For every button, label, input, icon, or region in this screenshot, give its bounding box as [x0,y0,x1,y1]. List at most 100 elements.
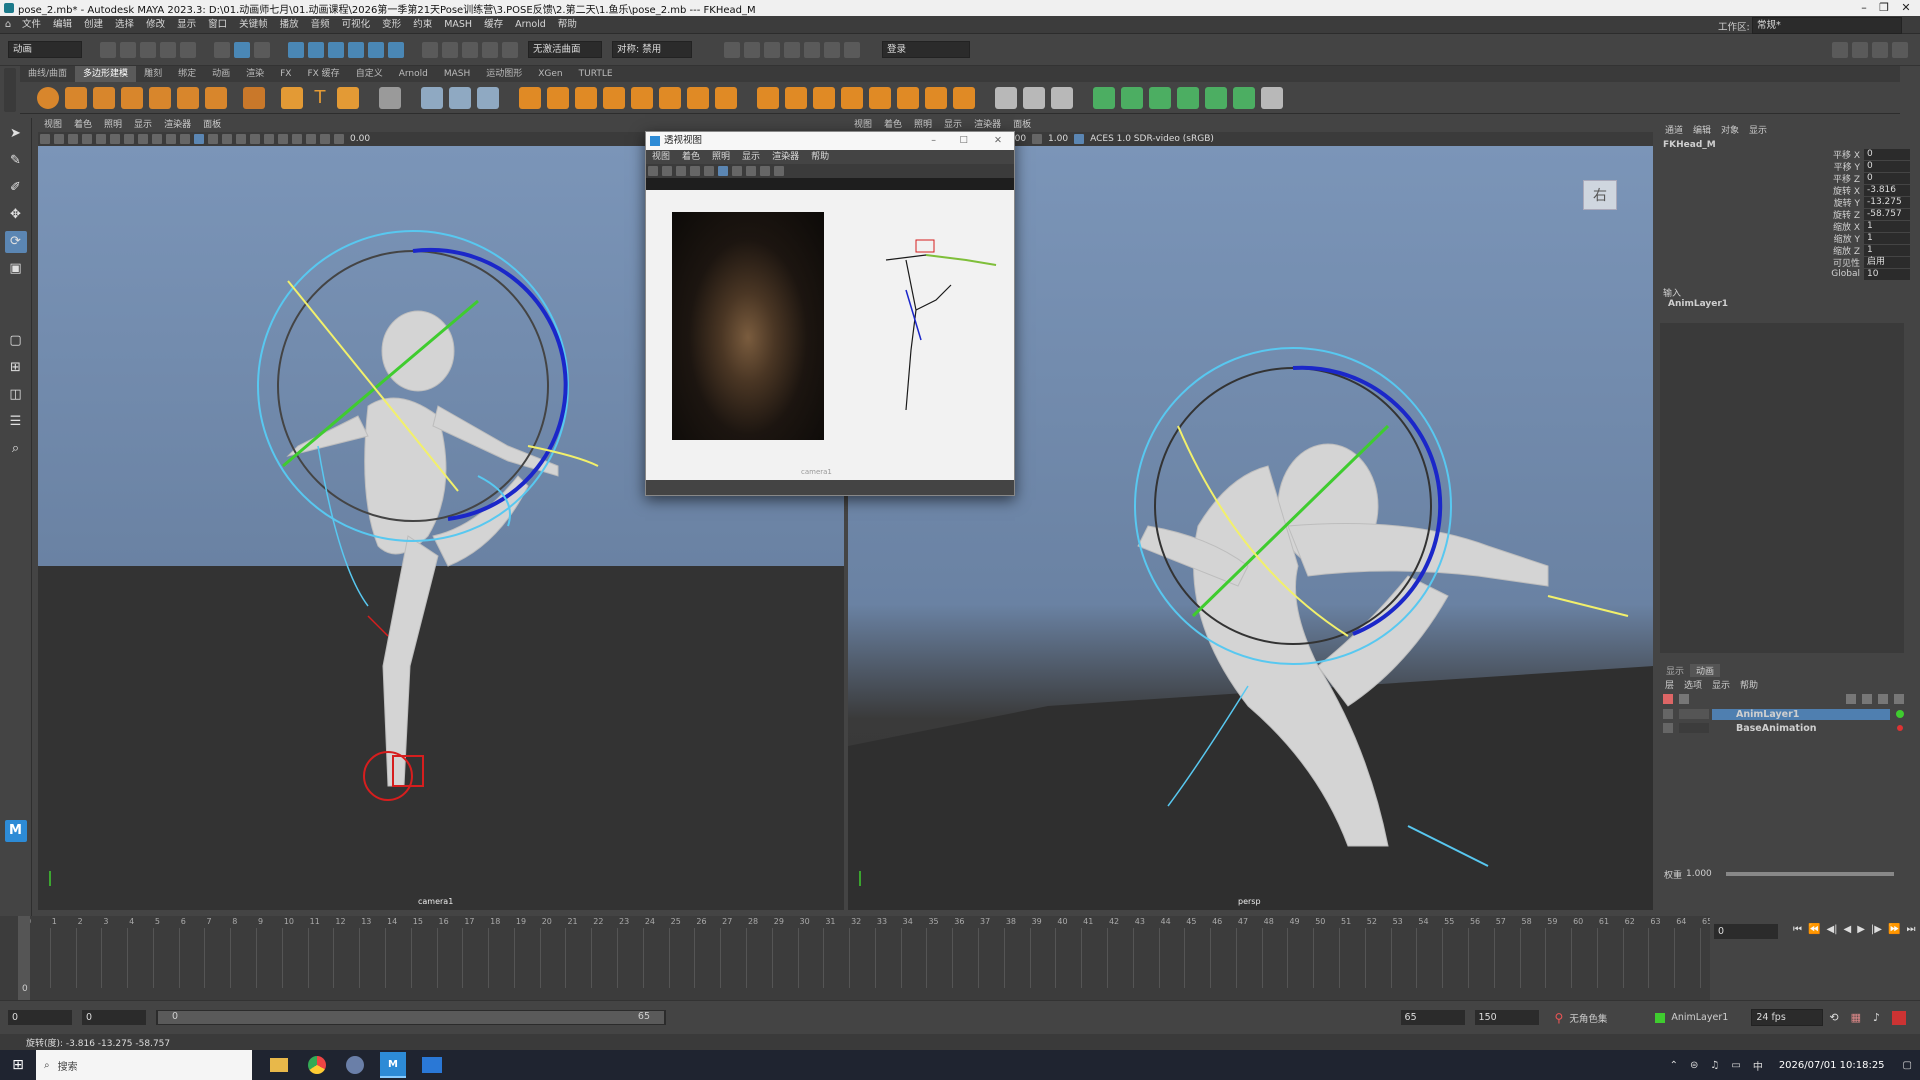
menu-help[interactable]: 帮助 [552,16,583,34]
attr-value[interactable]: 1 [1864,220,1910,232]
login-dropdown[interactable]: 登录 [882,41,970,58]
mirror-icon[interactable] [547,86,569,109]
attr-value[interactable]: 0 [1864,172,1910,184]
quad-draw-icon[interactable] [841,86,863,109]
go-to-end-icon[interactable]: ⏭ [1906,924,1915,935]
textured-icon[interactable] [222,134,232,144]
super-shape-icon[interactable] [243,86,265,109]
smooth-shade-icon[interactable] [194,134,204,144]
select-mask-icon[interactable] [288,41,304,58]
paint-select-icon[interactable]: ✐ [5,177,27,199]
layer-move-down-icon[interactable] [1862,694,1872,704]
tray-volume-icon[interactable]: ♫ [1710,1060,1719,1071]
sweep-mesh-icon[interactable] [281,86,303,109]
select-object-icon[interactable] [234,41,250,58]
vp-menu-show[interactable]: 显示 [128,118,158,132]
attr-value[interactable]: 0 [1864,160,1910,172]
vp-menu-view[interactable]: 视图 [38,118,68,132]
step-forward-frame-icon[interactable]: |▶ [1871,924,1882,935]
file-explorer-icon[interactable] [270,1058,288,1072]
poly-torus-icon[interactable] [149,86,171,109]
tray-network-icon[interactable]: ⊜ [1690,1060,1698,1071]
toggle-channel-box-icon[interactable] [1892,41,1908,58]
shelf-settings-icon[interactable] [4,68,16,112]
attr-visibility[interactable]: 可见性 启用 [1800,256,1910,269]
float-minimize-button[interactable]: – [931,132,936,150]
attr-value[interactable]: 1 [1864,232,1910,244]
render-frame-icon[interactable] [724,41,740,58]
scale-tool-icon[interactable]: ▣ [5,258,27,280]
menu-create[interactable]: 创建 [78,16,109,34]
go-to-start-icon[interactable]: ⏮ [1793,924,1802,935]
menu-windows[interactable]: 窗口 [202,16,233,34]
shadows-icon[interactable] [250,134,260,144]
rotate-tool-icon[interactable]: ⟳ [4,231,27,253]
weight-value[interactable]: 1.000 [1686,869,1726,879]
channel-menu-channels[interactable]: 通道 [1660,123,1688,136]
float-gate-icon[interactable] [690,166,700,176]
lasso-tool-icon[interactable]: ✎ [5,150,27,172]
current-frame-field[interactable]: 0 [1714,924,1778,939]
layer-name[interactable]: AnimLayer1 [1712,708,1890,720]
render-settings-icon[interactable] [764,41,780,58]
camera-attr-icon[interactable] [54,134,64,144]
snap-view-icon[interactable] [482,41,498,58]
select-hierarchy-icon[interactable] [214,41,230,58]
bridge-icon[interactable] [603,86,625,109]
vp-right-menu-panels[interactable]: 面板 [1007,118,1037,132]
menu-cache[interactable]: 缓存 [478,16,509,34]
fps-dropdown[interactable]: 24 fps [1751,1009,1824,1026]
shelf-tab-rigging[interactable]: 绑定 [170,66,204,82]
tray-display-icon[interactable]: ▭ [1731,1060,1740,1071]
float-shade-icon[interactable] [718,166,728,176]
layer-zero-key-icon[interactable] [1663,694,1673,704]
float-grid-icon[interactable] [676,166,686,176]
toggle-tool-settings-icon[interactable] [1872,41,1888,58]
gate-mask-icon[interactable] [138,134,148,144]
attr-scale-x[interactable]: 缩放 X1 [1800,220,1910,233]
taskbar-search-box[interactable]: ⌕ 搜索 [36,1050,252,1080]
single-perspective-icon[interactable]: ▢ [5,330,27,352]
boolean-icon[interactable] [519,86,541,109]
grid-toggle-icon[interactable] [96,134,106,144]
play-back-icon[interactable]: ◀ [1844,924,1852,935]
live-surface-field[interactable]: 无激活曲面 [528,41,602,58]
attr-scale-y[interactable]: 缩放 Y1 [1800,232,1910,245]
float-lights-icon[interactable] [746,166,756,176]
vp-right-gamma[interactable]: 1.00 [1048,134,1068,144]
menu-modify[interactable]: 修改 [140,16,171,34]
mel-icon[interactable]: M [4,820,27,842]
audio-icon[interactable]: ♪ [1873,1011,1880,1024]
select-surfaces-icon[interactable] [348,41,364,58]
attr-value[interactable]: 0 [1864,148,1910,160]
extrude-icon[interactable] [631,86,653,109]
shelf-tab-custom[interactable]: 自定义 [348,66,391,82]
menu-key[interactable]: 关键帧 [233,16,274,34]
vp-right-colorspace-icon[interactable] [1074,134,1085,144]
zoom-icon[interactable]: ⌕ [5,438,27,460]
shelf-tab-poly[interactable]: 多边形建模 [75,66,137,82]
slide-icon[interactable] [897,86,919,109]
undo-icon[interactable] [160,41,176,58]
float-menu-renderer[interactable]: 渲染器 [766,150,805,164]
close-button[interactable]: ✕ [1886,0,1920,16]
select-tool-icon[interactable]: ➤ [5,123,27,145]
symmetry-dropdown[interactable]: 对称: 禁用 [612,41,692,58]
float-menu-shading[interactable]: 着色 [676,150,706,164]
layer-move-up-icon[interactable] [1846,694,1856,704]
select-joints-icon[interactable] [308,41,324,58]
float-close-button[interactable]: ✕ [994,132,1002,150]
anim-end-field[interactable]: 150 [1474,1010,1539,1025]
cache-playback-icon[interactable]: ▦ [1851,1011,1861,1024]
symmetrize-icon[interactable] [953,86,975,109]
four-view-icon[interactable]: ⊞ [5,357,27,379]
snap-grid-icon[interactable] [422,41,438,58]
layer-tab-display[interactable]: 显示 [1660,664,1690,677]
attr-scale-z[interactable]: 缩放 Z1 [1800,244,1910,257]
wireframe-on-shaded-icon[interactable] [208,134,218,144]
attr-rotate-x[interactable]: 旋转 X -3.816 [1800,184,1910,197]
float-texture-icon[interactable] [732,166,742,176]
outliner-layout-icon[interactable]: ☰ [5,411,27,433]
view-cube[interactable]: 右 [1583,180,1617,210]
workspace-dropdown[interactable]: 常规* [1752,17,1902,34]
